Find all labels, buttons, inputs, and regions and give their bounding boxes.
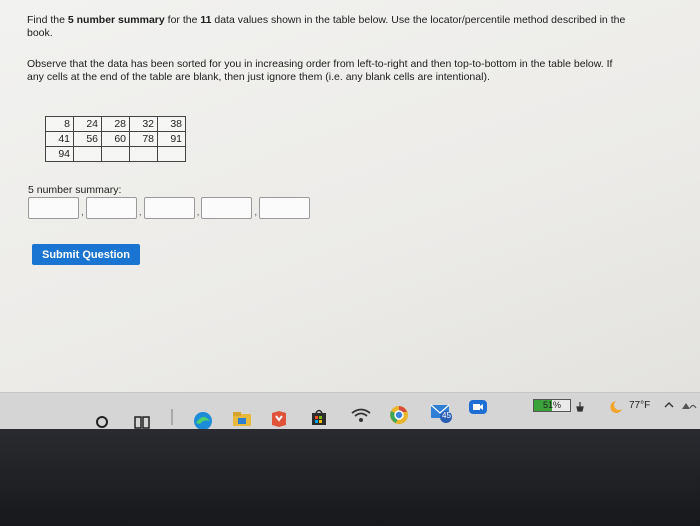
taskbar-divider bbox=[165, 406, 181, 428]
browser-page: Find the 5 number summary for the 11 dat… bbox=[0, 0, 700, 392]
separator: , bbox=[81, 207, 84, 218]
table-cell: 28 bbox=[101, 116, 130, 132]
intro-count: 11 bbox=[200, 14, 212, 26]
intro-five-number-summary: 5 number summary bbox=[67, 14, 165, 26]
table-cell: 94 bbox=[45, 146, 74, 162]
battery-icon bbox=[574, 401, 586, 413]
table-cell: 91 bbox=[157, 131, 186, 147]
maximum-input[interactable] bbox=[259, 197, 311, 219]
table-cell: 60 bbox=[101, 131, 130, 147]
separator: , bbox=[196, 207, 200, 218]
median-input[interactable] bbox=[143, 197, 195, 219]
intro-prefix: Find the bbox=[27, 14, 68, 26]
table-cell bbox=[129, 146, 158, 162]
table-cell: 38 bbox=[157, 116, 186, 132]
network-icon[interactable] bbox=[680, 399, 698, 411]
chevron-up-icon[interactable] bbox=[663, 399, 675, 411]
separator: , bbox=[254, 207, 258, 218]
battery-indicator[interactable]: 51% bbox=[533, 399, 571, 412]
table-cell: 32 bbox=[129, 116, 158, 132]
data-table: 8 24 28 32 38 41 56 60 78 91 94 bbox=[45, 116, 186, 162]
intro-mid: for the bbox=[164, 14, 201, 26]
store-icon[interactable] bbox=[309, 407, 329, 427]
search-circle-icon[interactable] bbox=[95, 415, 109, 429]
mail-badge: 45 bbox=[442, 411, 451, 420]
mail-icon[interactable]: 45 bbox=[428, 402, 454, 424]
table-cell: 41 bbox=[45, 131, 74, 147]
question-text: Find the 5 number summary for the 11 dat… bbox=[27, 14, 627, 84]
chrome-icon[interactable] bbox=[389, 405, 409, 425]
wifi-icon[interactable] bbox=[350, 406, 372, 424]
table-cell bbox=[101, 146, 130, 162]
summary-label: 5 number summary: bbox=[28, 184, 122, 196]
meet-icon[interactable] bbox=[468, 399, 488, 415]
table-row: 41 56 60 78 91 bbox=[45, 131, 186, 147]
office-icon[interactable] bbox=[269, 409, 289, 429]
battery-percent: 51% bbox=[542, 400, 561, 410]
laptop-bezel bbox=[0, 429, 700, 526]
table-cell: 24 bbox=[73, 116, 102, 132]
observe-paragraph: Observe that the data has been sorted fo… bbox=[27, 58, 613, 83]
table-cell: 56 bbox=[73, 131, 102, 147]
minimum-input[interactable] bbox=[28, 197, 79, 219]
summary-inputs: , , , , bbox=[28, 197, 311, 219]
separator: , bbox=[138, 207, 142, 218]
submit-question-button[interactable]: Submit Question bbox=[32, 244, 140, 265]
q1-input[interactable] bbox=[85, 197, 137, 219]
table-row: 94 bbox=[45, 146, 186, 162]
temperature: 77°F bbox=[629, 400, 651, 411]
table-cell: 78 bbox=[129, 131, 158, 147]
table-row: 8 24 28 32 38 bbox=[45, 116, 186, 132]
table-cell bbox=[157, 146, 186, 162]
file-explorer-icon[interactable] bbox=[232, 410, 252, 428]
question-intro: Find the 5 number summary for the 11 dat… bbox=[27, 14, 627, 40]
table-cell bbox=[73, 146, 102, 162]
weather-icon[interactable] bbox=[608, 399, 624, 415]
q3-input[interactable] bbox=[201, 197, 253, 219]
table-cell: 8 bbox=[45, 116, 74, 132]
task-view-icon[interactable] bbox=[134, 414, 150, 430]
